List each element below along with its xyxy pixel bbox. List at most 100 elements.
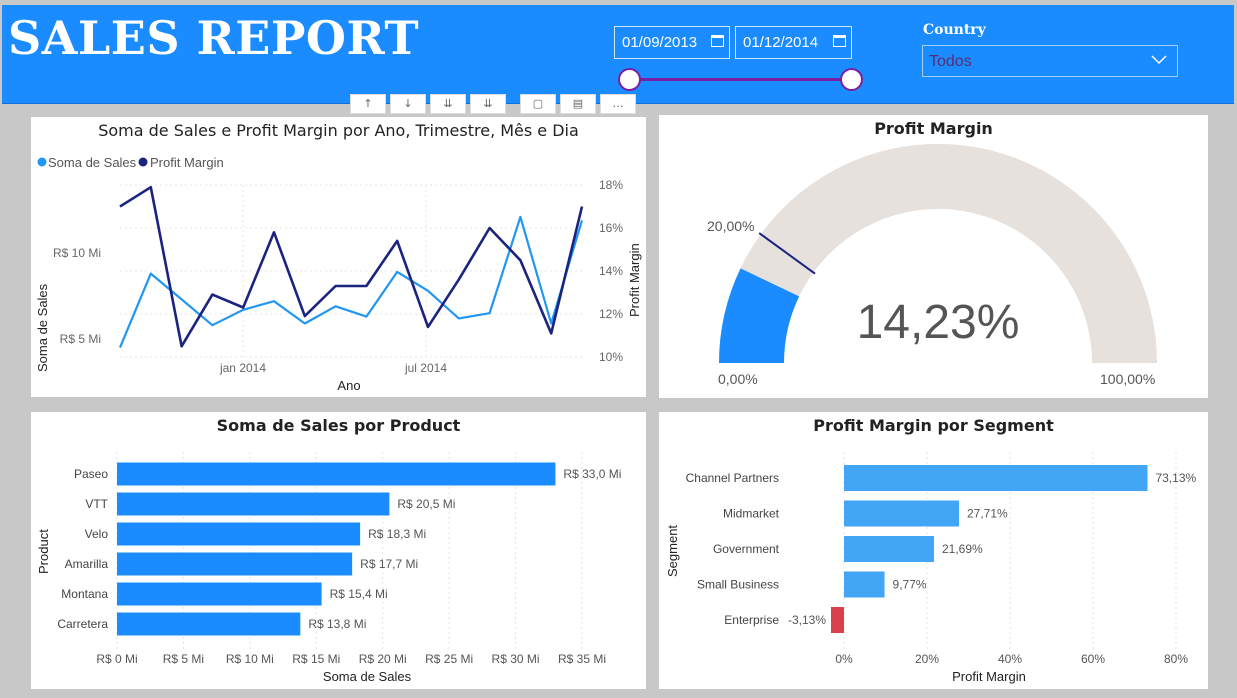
- category-label: Carretera: [57, 617, 108, 631]
- gauge-svg: 14,23% 0,00% 100,00% 20,00%: [707, 143, 1157, 387]
- gauge-panel[interactable]: Profit Margin 14,23% 0,00% 100,00% 20,00…: [659, 115, 1208, 398]
- bar: [117, 552, 353, 576]
- double-down-icon[interactable]: ⇊: [430, 94, 466, 114]
- bar: [844, 500, 959, 527]
- bar: [844, 571, 885, 598]
- table-icon[interactable]: ▤: [560, 94, 596, 114]
- product-y-label: Product: [36, 529, 51, 574]
- gauge-max-label: 100,00%: [1100, 371, 1155, 387]
- product-bar-panel[interactable]: Soma de Sales por Product Product Soma d…: [31, 412, 646, 689]
- category-label: Channel Partners: [686, 471, 779, 485]
- product-x-label: Soma de Sales: [323, 669, 412, 684]
- line-y-left-label: Soma de Sales: [35, 283, 50, 372]
- date-range-end-handle[interactable]: [840, 68, 863, 91]
- y-right-tick-label: 12%: [599, 307, 623, 321]
- x-tick-label: R$ 10 Mi: [226, 652, 274, 666]
- x-tick-label: R$ 30 Mi: [492, 652, 540, 666]
- data-label: R$ 20,5 Mi: [397, 497, 455, 511]
- bar: [117, 582, 322, 606]
- start-date-input[interactable]: 01/09/2013: [614, 26, 730, 59]
- up-arrow-icon[interactable]: ↑: [350, 94, 386, 114]
- segment-bar-svg: Segment Profit Margin 0% 20% 40% 60% 80% Chan…: [665, 452, 1197, 684]
- start-date-value: 01/09/2013: [622, 34, 698, 51]
- segment-x-label: Profit Margin: [952, 669, 1026, 684]
- gauge-min-label: 0,00%: [718, 371, 758, 387]
- category-label: Midmarket: [723, 507, 780, 521]
- bar: [844, 536, 935, 562]
- legend-profit-label: Profit Margin: [150, 155, 224, 170]
- bar: [117, 612, 301, 636]
- down-arrow-icon[interactable]: ↓: [390, 94, 426, 114]
- more-icon[interactable]: …: [600, 94, 636, 114]
- x-tick-label: R$ 35 Mi: [558, 652, 606, 666]
- x-tick-label: 80%: [1164, 652, 1188, 666]
- line-chart-panel[interactable]: Soma de Sales e Profit Margin por Ano, T…: [31, 117, 646, 397]
- x-tick-label: R$ 15 Mi: [292, 652, 340, 666]
- y-right-tick-label: 14%: [599, 264, 623, 278]
- data-label: R$ 18,3 Mi: [368, 527, 426, 541]
- y-left-tick-label: R$ 10 Mi: [53, 246, 101, 260]
- data-label: 73,13%: [1155, 471, 1196, 485]
- x-tick-label: jan 2014: [219, 361, 266, 375]
- x-tick-label: R$ 20 Mi: [359, 652, 407, 666]
- x-tick-label: R$ 5 Mi: [163, 652, 204, 666]
- category-label: Government: [713, 542, 780, 556]
- category-label: Velo: [85, 527, 109, 541]
- end-date-value: 01/12/2014: [743, 34, 819, 51]
- bar: [117, 492, 390, 516]
- x-tick-label: R$ 0 Mi: [96, 652, 137, 666]
- bar: [117, 462, 556, 486]
- category-label: Small Business: [697, 578, 779, 592]
- profit-margin-series-line: [119, 185, 584, 348]
- report-title: SALES REPORT: [8, 11, 420, 65]
- segment-y-label: Segment: [665, 525, 680, 577]
- country-dropdown[interactable]: Todos: [922, 45, 1178, 77]
- data-label: 21,69%: [942, 542, 983, 556]
- chevron-down-icon: [1151, 55, 1167, 65]
- focus-icon[interactable]: ▢: [520, 94, 556, 114]
- x-tick-label: 60%: [1081, 652, 1105, 666]
- sales-series-line: [118, 215, 584, 349]
- legend-sales-marker: [37, 157, 47, 167]
- line-x-label: Ano: [337, 378, 360, 393]
- y-right-tick-label: 16%: [599, 221, 623, 235]
- y-right-tick-label: 10%: [599, 350, 623, 364]
- data-label: 27,71%: [967, 507, 1008, 521]
- bar: [831, 607, 844, 633]
- x-tick-label: jul 2014: [404, 361, 447, 375]
- calendar-icon[interactable]: [711, 35, 724, 47]
- x-tick-label: R$ 25 Mi: [425, 652, 473, 666]
- y-right-tick-label: 18%: [599, 178, 623, 192]
- data-label: R$ 33,0 Mi: [563, 467, 621, 481]
- data-label: 9,77%: [893, 578, 927, 592]
- data-label: R$ 15,4 Mi: [330, 587, 388, 601]
- date-range-start-handle[interactable]: [618, 68, 641, 91]
- category-label: VTT: [85, 497, 108, 511]
- gauge-target-label: 20,00%: [707, 218, 754, 234]
- data-label: -3,13%: [788, 613, 826, 627]
- gauge-value: 14,23%: [857, 296, 1020, 349]
- country-label: Country: [923, 22, 986, 38]
- data-label: R$ 13,8 Mi: [308, 617, 366, 631]
- line-y-right-label: Profit Margin: [627, 243, 642, 317]
- x-tick-label: 0%: [835, 652, 853, 666]
- data-label: R$ 17,7 Mi: [360, 557, 418, 571]
- legend-sales-label: Soma de Sales: [48, 155, 137, 170]
- category-label: Amarilla: [65, 557, 109, 571]
- category-label: Enterprise: [724, 613, 779, 627]
- date-range-slider-track[interactable]: [629, 78, 854, 81]
- x-tick-label: 40%: [998, 652, 1022, 666]
- end-date-input[interactable]: 01/12/2014: [735, 26, 852, 59]
- expand-down-icon[interactable]: ⇊: [470, 94, 506, 114]
- calendar-icon[interactable]: [833, 35, 846, 47]
- country-selected-value: Todos: [929, 53, 972, 70]
- line-chart-svg: Soma de Sales Profit Margin Soma de Sale…: [35, 155, 642, 393]
- bar: [117, 522, 361, 546]
- category-label: Montana: [61, 587, 108, 601]
- legend-profit-marker: [138, 157, 148, 167]
- category-label: Paseo: [74, 467, 108, 481]
- header-bar: SALES REPORT 01/09/2013 01/12/2014 Count…: [2, 5, 1234, 104]
- segment-bar-panel[interactable]: Profit Margin por Segment Segment Profit…: [659, 412, 1208, 689]
- x-tick-label: 20%: [915, 652, 939, 666]
- y-left-tick-label: R$ 5 Mi: [60, 332, 101, 346]
